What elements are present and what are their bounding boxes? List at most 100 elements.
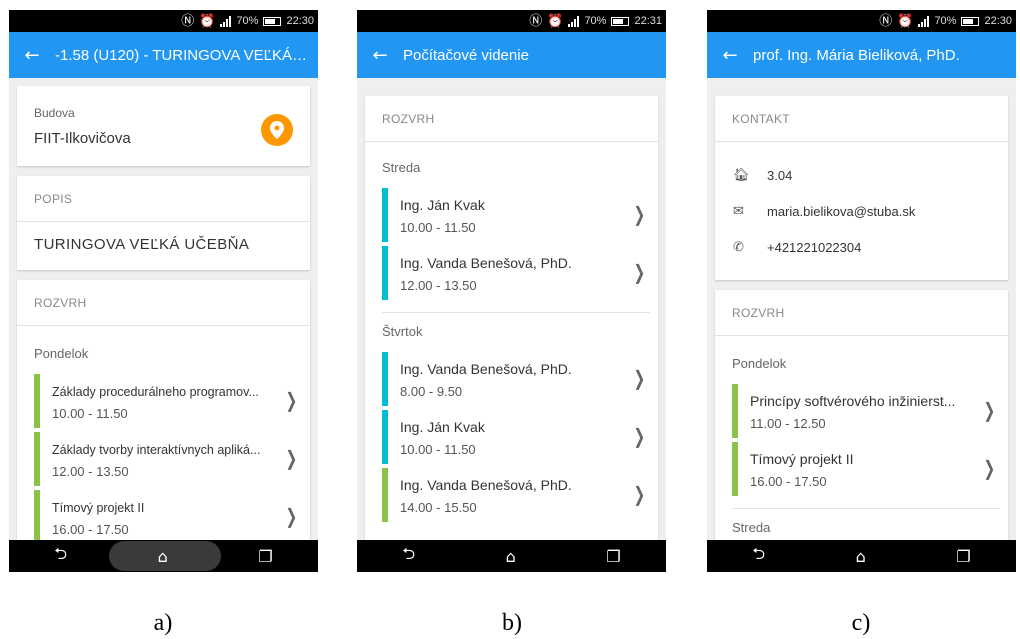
day-label: Streda [382, 160, 421, 175]
schedule-item[interactable]: Ing. Vanda Benešová, PhD. 12.00 - 13.50 … [382, 246, 652, 300]
course-name: Základy procedurálneho programov... [52, 385, 259, 399]
schedule-item[interactable]: Ing. Vanda Benešová, PhD. 14.00 - 15.50 … [382, 468, 652, 522]
phone-row[interactable]: ✆ +421221022304 [733, 240, 861, 255]
schedule-item[interactable]: Základy tvorby interaktívnych apliká... … [34, 432, 304, 486]
home-nav-icon[interactable]: ⌂ [158, 547, 168, 566]
office-value: 3.04 [767, 168, 793, 183]
caption-b: b) [502, 610, 522, 636]
status-bar: Ⓝ ⏰ 70% 22:30 [707, 10, 1016, 32]
lecture-color-bar [382, 468, 388, 522]
clock: 22:31 [634, 15, 662, 27]
email-value[interactable]: maria.bielikova@stuba.sk [767, 204, 915, 219]
recents-nav-icon[interactable]: ❐ [606, 547, 620, 566]
clock: 22:30 [286, 15, 314, 27]
office-row: 🏠︎ 3.04 [733, 168, 792, 183]
recents-nav-icon[interactable]: ❐ [258, 547, 272, 566]
back-arrow-icon[interactable]: ← [9, 45, 55, 66]
signal-icon [220, 15, 232, 27]
status-bar: Ⓝ ⏰ 70% 22:31 [357, 10, 666, 32]
schedule-card: ROZVRH Pondelok Princípy softvérového in… [715, 290, 1008, 540]
phone-value[interactable]: +421221022304 [767, 240, 861, 255]
status-bar: Ⓝ ⏰ 70% 22:30 [9, 10, 318, 32]
back-arrow-icon[interactable]: ← [707, 45, 753, 66]
alarm-icon: ⏰ [547, 13, 564, 29]
building-card: Budova FIIT-Ilkovičova [17, 86, 310, 166]
course-time: 8.00 - 9.50 [400, 384, 463, 399]
caption-c: c) [851, 610, 871, 636]
course-time: 12.00 - 13.50 [52, 464, 129, 479]
mail-icon: ✉ [733, 204, 744, 219]
signal-icon [918, 15, 930, 27]
clock: 22:30 [984, 15, 1012, 27]
nfc-icon: Ⓝ [181, 13, 195, 29]
course-time: 10.00 - 11.50 [52, 406, 128, 421]
schedule-header: ROZVRH [715, 290, 1008, 336]
exercise-color-bar [382, 246, 388, 300]
back-arrow-icon[interactable]: ← [357, 45, 403, 66]
lecture-color-bar [732, 442, 738, 496]
nfc-icon: Ⓝ [879, 13, 893, 29]
course-time: 16.00 - 17.50 [52, 522, 129, 537]
schedule-item[interactable]: Ing. Vanda Benešová, PhD. 8.00 - 9.50 ❯ [382, 352, 652, 406]
schedule-item[interactable]: Tímový projekt II 16.00 - 17.50 ❯ [732, 442, 1002, 496]
course-time: 14.00 - 15.50 [400, 500, 477, 515]
nav-bar: ⮌ ⌂ ❐ [707, 540, 1016, 572]
contact-header: KONTAKT [715, 96, 1008, 142]
battery-icon [263, 16, 282, 26]
contact-card: KONTAKT 🏠︎ 3.04 ✉ maria.bielikova@stuba.… [715, 96, 1008, 280]
teacher-name: Ing. Ján Kvak [400, 419, 485, 435]
alarm-icon: ⏰ [897, 13, 914, 29]
chevron-right-icon: ❯ [633, 260, 646, 284]
course-time: 10.00 - 11.50 [400, 442, 476, 457]
schedule-item[interactable]: Základy procedurálneho programov... 10.0… [34, 374, 304, 428]
day-label: Streda [732, 520, 771, 535]
schedule-card: ROZVRH Streda Ing. Ján Kvak 10.00 - 11.5… [365, 96, 658, 540]
day-label: Pondelok [732, 356, 787, 371]
chevron-right-icon: ❯ [633, 482, 646, 506]
back-nav-icon[interactable]: ⮌ [54, 543, 67, 570]
caption-a: a) [153, 610, 173, 636]
app-bar: ← prof. Ing. Mária Bieliková, PhD. [707, 32, 1016, 78]
phone-screen-b: Ⓝ ⏰ 70% 22:31 ← Počítačové videnie ROZVR… [357, 10, 666, 572]
lecture-color-bar [732, 384, 738, 438]
back-nav-icon[interactable]: ⮌ [752, 543, 765, 570]
building-value: FIIT-Ilkovičova [34, 130, 131, 147]
description-card: POPIS TURINGOVA VEĽKÁ UČEBŇA [17, 176, 310, 270]
day-label: Pondelok [34, 346, 89, 361]
day-label: Štvrtok [382, 324, 423, 339]
teacher-name: Ing. Vanda Benešová, PhD. [400, 477, 572, 493]
home-icon: 🏠︎ [733, 168, 750, 183]
day-divider [382, 312, 650, 313]
chevron-right-icon: ❯ [983, 398, 996, 422]
recents-nav-icon[interactable]: ❐ [956, 547, 970, 566]
course-name: Tímový projekt II [52, 501, 145, 515]
schedule-item[interactable]: Ing. Ján Kvak 10.00 - 11.50 ❯ [382, 188, 652, 242]
lecture-color-bar [34, 490, 40, 540]
map-pin-button[interactable] [261, 114, 293, 146]
app-bar: ← Počítačové videnie [357, 32, 666, 78]
lecture-color-bar [34, 374, 40, 428]
battery-icon [961, 16, 980, 26]
exercise-color-bar [382, 188, 388, 242]
course-time: 11.00 - 12.50 [750, 416, 826, 431]
home-nav-icon[interactable]: ⌂ [856, 547, 866, 566]
schedule-item[interactable]: Ing. Ján Kvak 10.00 - 11.50 ❯ [382, 410, 652, 464]
teacher-name: Ing. Vanda Benešová, PhD. [400, 361, 572, 377]
app-bar: ← -1.58 (U120) - TURINGOVA VEĽKÁ UČ.. [9, 32, 318, 78]
chevron-right-icon: ❯ [633, 366, 646, 390]
teacher-name: Ing. Ján Kvak [400, 197, 485, 213]
schedule-item[interactable]: Tímový projekt II 16.00 - 17.50 ❯ [34, 490, 304, 540]
course-time: 12.00 - 13.50 [400, 278, 477, 293]
home-nav-icon[interactable]: ⌂ [506, 547, 516, 566]
email-row[interactable]: ✉ maria.bielikova@stuba.sk [733, 204, 915, 219]
course-name: Tímový projekt II [750, 451, 854, 467]
course-time: 10.00 - 11.50 [400, 220, 476, 235]
exercise-color-bar [382, 410, 388, 464]
battery-icon [611, 16, 630, 26]
back-nav-icon[interactable]: ⮌ [402, 543, 415, 570]
exercise-color-bar [382, 352, 388, 406]
schedule-item[interactable]: Princípy softvérového inžinierst... 11.0… [732, 384, 1002, 438]
course-time: 16.00 - 17.50 [750, 474, 827, 489]
page-title: -1.58 (U120) - TURINGOVA VEĽKÁ UČ.. [55, 46, 318, 64]
course-name: Základy tvorby interaktívnych apliká... [52, 443, 261, 457]
